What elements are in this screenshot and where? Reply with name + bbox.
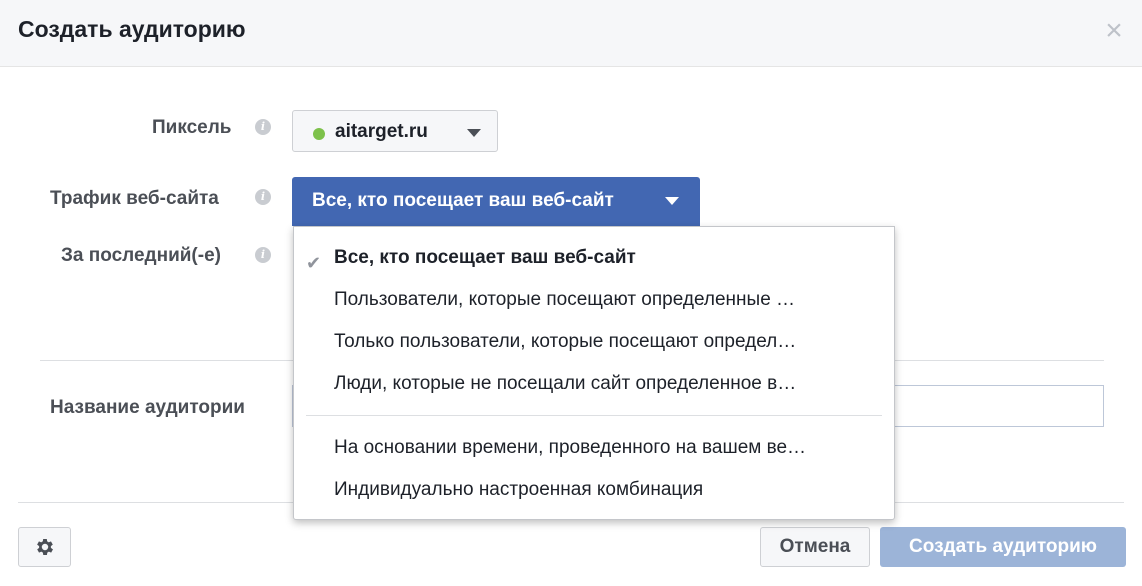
close-icon[interactable]: ×: [1100, 15, 1128, 47]
period-label: За последний(-е): [61, 245, 221, 266]
status-dot-icon: [313, 128, 325, 140]
info-icon[interactable]: i: [255, 189, 271, 205]
chevron-down-icon: [467, 129, 481, 137]
gear-icon: [37, 539, 53, 555]
menu-separator: [306, 415, 882, 416]
menu-item-all-visitors[interactable]: Все, кто посещает ваш веб-сайт: [334, 247, 636, 269]
menu-item-specific-pages[interactable]: Пользователи, которые посещают определен…: [334, 289, 795, 311]
traffic-label: Трафик веб-сайта: [50, 188, 219, 209]
dialog-header: Создать аудиторию ×: [0, 0, 1142, 67]
pixel-select[interactable]: aitarget.ru: [292, 110, 498, 152]
traffic-dropdown-menu: ✔ Все, кто посещает ваш веб-сайт Пользов…: [293, 226, 895, 520]
chevron-down-icon: [665, 197, 679, 205]
traffic-value: Все, кто посещает ваш веб-сайт: [312, 190, 614, 211]
audience-name-label: Название аудитории: [50, 397, 245, 418]
dialog-title: Создать аудиторию: [18, 16, 246, 42]
create-audience-button[interactable]: Создать аудиторию: [880, 527, 1126, 567]
pixel-value: aitarget.ru: [335, 121, 428, 142]
menu-item-only-specific-pages[interactable]: Только пользователи, которые посещают оп…: [334, 331, 796, 353]
menu-item-custom-combination[interactable]: Индивидуально настроенная комбинация: [334, 479, 703, 501]
cancel-button[interactable]: Отмена: [760, 527, 870, 567]
settings-button[interactable]: [18, 527, 71, 567]
info-icon[interactable]: i: [255, 247, 271, 263]
menu-item-not-visited[interactable]: Люди, которые не посещали сайт определен…: [334, 373, 796, 395]
checkmark-icon: ✔: [306, 253, 322, 273]
traffic-select[interactable]: Все, кто посещает ваш веб-сайт: [292, 177, 700, 226]
pixel-label: Пиксель: [152, 117, 232, 138]
menu-item-time-spent[interactable]: На основании времени, проведенного на ва…: [334, 437, 806, 459]
info-icon[interactable]: i: [255, 119, 271, 135]
